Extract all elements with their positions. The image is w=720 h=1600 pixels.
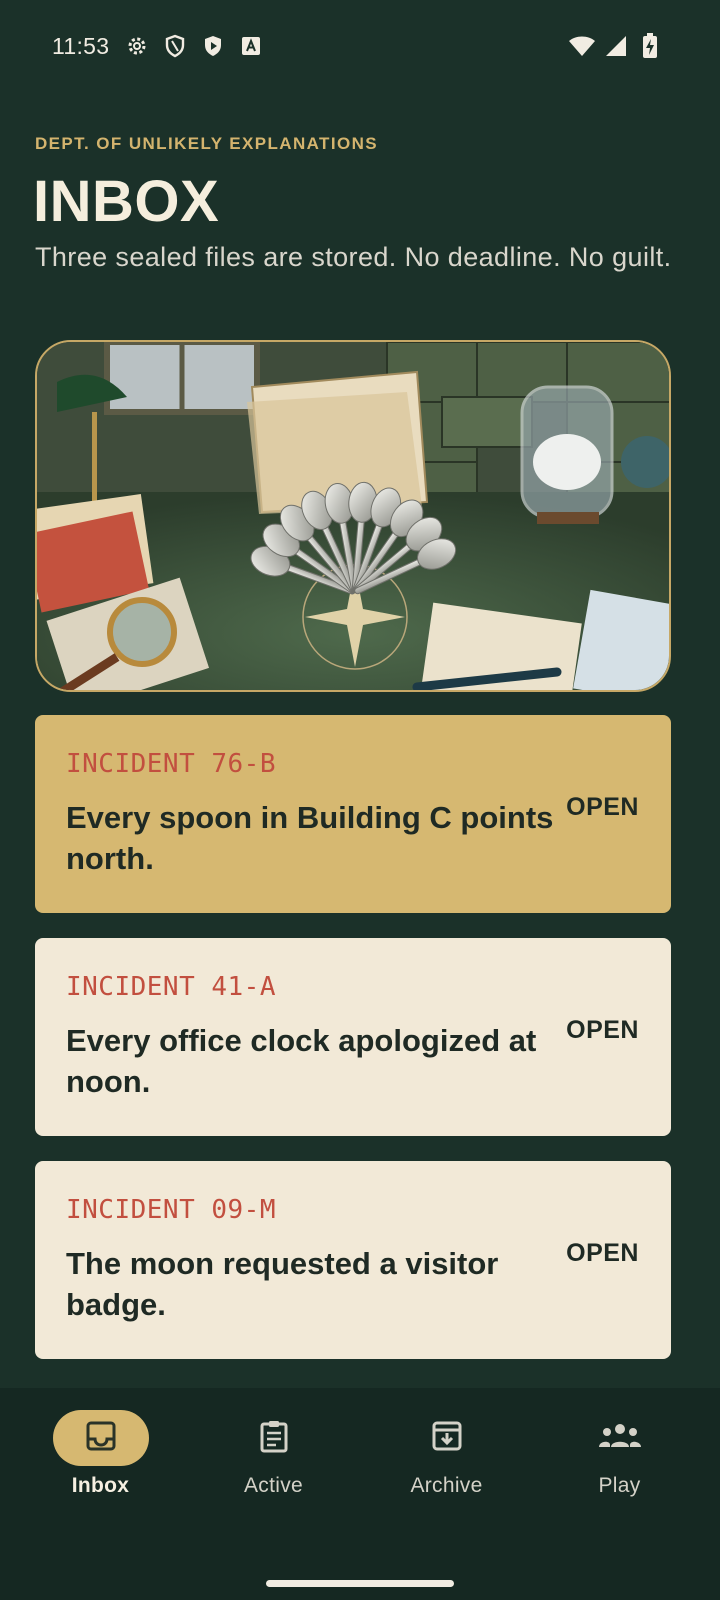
clipboard-icon (257, 1419, 291, 1458)
nav-pill (226, 1410, 322, 1466)
font-a-icon (237, 32, 265, 60)
incident-row: The moon requested a visitor badge. OPEN (66, 1239, 639, 1325)
incident-row: Every office clock apologized at noon. O… (66, 1016, 639, 1102)
nav-label-play: Play (598, 1474, 641, 1497)
hero-illustration (35, 340, 671, 692)
wifi-icon (568, 32, 596, 60)
incident-row: Every spoon in Building C points north. … (66, 793, 639, 879)
group-icon (598, 1421, 642, 1456)
incident-status: OPEN (566, 793, 639, 821)
incident-description: Every office clock apologized at noon. (66, 1023, 537, 1099)
battery-charging-icon (636, 32, 664, 60)
gear-icon (123, 32, 151, 60)
nav-item-inbox[interactable]: Inbox (21, 1388, 181, 1600)
nav-label-inbox: Inbox (71, 1474, 130, 1497)
incident-code: INCIDENT 76-B (66, 749, 276, 779)
nav-pill (572, 1410, 668, 1466)
play-shield-icon (199, 32, 227, 60)
bottom-navigation: Inbox Active Archive Play (0, 1388, 720, 1600)
page-subtitle: Three sealed files are stored. No deadli… (35, 242, 672, 272)
incident-status: OPEN (566, 1016, 639, 1044)
nav-item-active[interactable]: Active (194, 1388, 354, 1600)
page-title: INBOX (33, 169, 220, 234)
archive-icon (430, 1419, 464, 1458)
shield-icon (161, 32, 189, 60)
incident-description: Every spoon in Building C points north. (66, 800, 554, 876)
department-kicker: DEPT. OF UNLIKELY EXPLANATIONS (35, 134, 379, 153)
cell-signal-icon (602, 32, 630, 60)
nav-item-archive[interactable]: Archive (367, 1388, 527, 1600)
nav-item-play[interactable]: Play (540, 1388, 700, 1600)
status-bar: 11:53 (0, 0, 720, 92)
nav-label-active: Active (244, 1474, 303, 1497)
incident-description: The moon requested a visitor badge. (66, 1246, 499, 1322)
incident-card[interactable]: INCIDENT 09-M The moon requested a visit… (35, 1161, 671, 1359)
status-time: 11:53 (52, 32, 110, 59)
inbox-icon (84, 1419, 118, 1458)
nav-label-archive: Archive (410, 1474, 483, 1497)
nav-pill (399, 1410, 495, 1466)
incident-code: INCIDENT 09-M (66, 1195, 276, 1225)
incident-code: INCIDENT 41-A (66, 972, 276, 1002)
incident-status: OPEN (566, 1239, 639, 1267)
home-indicator[interactable] (266, 1580, 454, 1587)
incident-card[interactable]: INCIDENT 76-B Every spoon in Building C … (35, 715, 671, 913)
incident-card[interactable]: INCIDENT 41-A Every office clock apologi… (35, 938, 671, 1136)
nav-pill (52, 1410, 149, 1466)
status-left: 11:53 (52, 32, 265, 60)
status-right (568, 32, 664, 60)
